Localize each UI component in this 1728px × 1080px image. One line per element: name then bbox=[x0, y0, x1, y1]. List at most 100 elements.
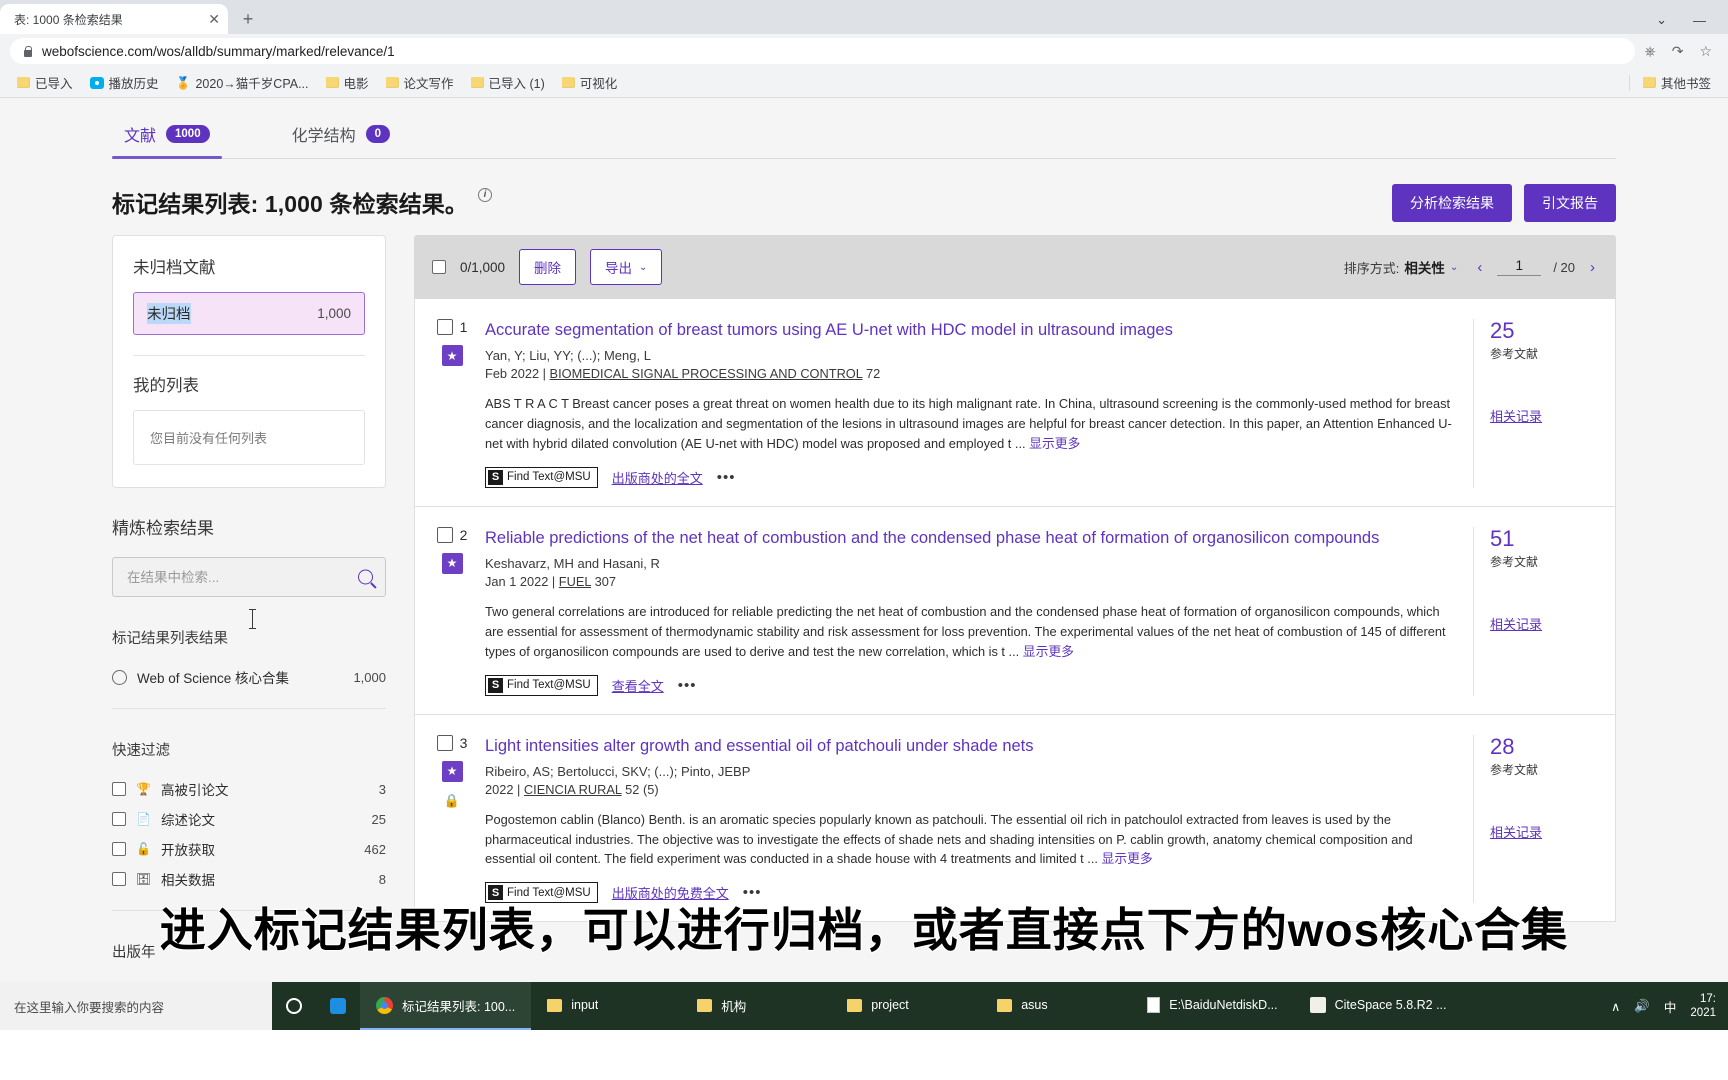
bookmark-item[interactable]: 已导入 (1) bbox=[464, 70, 552, 95]
tab-documents[interactable]: 文献 1000 bbox=[112, 116, 222, 159]
share-icon[interactable]: ↷ bbox=[1672, 43, 1684, 60]
checkbox-icon[interactable] bbox=[112, 812, 126, 826]
sort-dropdown[interactable]: 排序方式: 相关性 ⌄ bbox=[1344, 257, 1459, 277]
taskbar-item-asus[interactable]: asus bbox=[981, 982, 1131, 1030]
bookmark-item[interactable]: 已导入 bbox=[10, 70, 80, 95]
related-records-link[interactable]: 相关记录 bbox=[1490, 822, 1542, 841]
star-icon[interactable]: ★ bbox=[441, 552, 463, 574]
taskbar-item-jigou[interactable]: 机构 bbox=[681, 982, 831, 1030]
refine-search-box[interactable] bbox=[112, 557, 386, 597]
record-actions: S Find Text@MSU 出版商处的全文 ••• bbox=[485, 466, 1459, 488]
delete-button[interactable]: 删除 bbox=[519, 249, 577, 285]
filter-open-access[interactable]: 🔓 开放获取 462 bbox=[112, 834, 386, 864]
sidebar-item-unfiled[interactable]: 未归档 1,000 bbox=[133, 292, 365, 335]
full-text-link[interactable]: 出版商处的全文 bbox=[612, 468, 703, 487]
chevron-down-icon[interactable]: ⌄ bbox=[1656, 12, 1667, 28]
taskbar-item-baidunetdisk[interactable]: E:\BaiduNetdiskD... bbox=[1131, 982, 1293, 1030]
other-bookmarks-button[interactable]: 其他书签 bbox=[1636, 70, 1718, 95]
filter-review-articles[interactable]: 📄 综述论文 25 bbox=[112, 804, 386, 834]
filter-count: 462 bbox=[364, 841, 386, 857]
show-more-link[interactable]: 显示更多 bbox=[1102, 851, 1153, 866]
related-records-link[interactable]: 相关记录 bbox=[1490, 406, 1542, 425]
select-all-checkbox[interactable] bbox=[432, 260, 446, 274]
bookmark-star-icon[interactable]: ☆ bbox=[1699, 43, 1712, 60]
taskbar-item-input[interactable]: input bbox=[531, 982, 681, 1030]
analyze-results-button[interactable]: 分析检索结果 bbox=[1392, 184, 1512, 222]
radio-icon[interactable] bbox=[112, 669, 127, 685]
address-bar[interactable]: webofscience.com/wos/alldb/summary/marke… bbox=[10, 38, 1635, 64]
tab-chemical-structures[interactable]: 化学结构 0 bbox=[280, 116, 402, 158]
full-text-link[interactable]: 出版商处的免费全文 bbox=[612, 883, 729, 902]
record-title[interactable]: Reliable predictions of the net heat of … bbox=[485, 527, 1459, 549]
translate-icon[interactable]: ⎈ bbox=[1645, 43, 1656, 60]
close-icon[interactable]: ✕ bbox=[208, 12, 220, 26]
record-title[interactable]: Light intensities alter growth and essen… bbox=[485, 735, 1459, 757]
record-journal[interactable]: CIENCIA RURAL bbox=[524, 782, 622, 797]
show-more-link[interactable]: 显示更多 bbox=[1023, 644, 1074, 659]
minimize-icon[interactable]: — bbox=[1693, 13, 1706, 28]
bookmark-item[interactable]: 电影 bbox=[319, 70, 376, 95]
citation-report-button[interactable]: 引文报告 bbox=[1524, 184, 1616, 222]
chevron-down-icon: ⌄ bbox=[1449, 261, 1459, 273]
record-checkbox[interactable] bbox=[436, 526, 453, 543]
star-icon[interactable]: ★ bbox=[441, 760, 463, 782]
filter-label: 相关数据 bbox=[161, 873, 215, 888]
find-text-button[interactable]: S Find Text@MSU bbox=[485, 466, 598, 488]
star-icon[interactable]: ★ bbox=[441, 345, 463, 366]
bookmark-item[interactable]: 可视化 bbox=[555, 70, 625, 95]
find-text-button[interactable]: S Find Text@MSU bbox=[485, 882, 598, 904]
related-records-link[interactable]: 相关记录 bbox=[1490, 614, 1542, 633]
record-checkbox[interactable] bbox=[436, 734, 453, 751]
record-authors[interactable]: Ribeiro, AS; Bertolucci, SKV; (...); Pin… bbox=[485, 764, 1459, 779]
new-tab-button[interactable]: + bbox=[234, 5, 262, 33]
more-options-icon[interactable]: ••• bbox=[743, 884, 762, 901]
volume-icon[interactable]: 🔊 bbox=[1634, 999, 1650, 1014]
ime-indicator[interactable]: 中 bbox=[1664, 997, 1677, 1016]
cortana-button[interactable] bbox=[272, 982, 316, 1030]
bookmark-item[interactable]: 论文写作 bbox=[379, 70, 461, 95]
record-metrics: 25 参考文献 相关记录 bbox=[1473, 318, 1593, 488]
checkbox-icon[interactable] bbox=[112, 842, 126, 856]
separator: | bbox=[542, 366, 550, 382]
record-abstract: ABS T R A C T Breast cancer poses a grea… bbox=[485, 394, 1459, 453]
taskbar-item-citespace[interactable]: CiteSpace 5.8.R2 ... bbox=[1294, 982, 1463, 1030]
record-title[interactable]: Accurate segmentation of breast tumors u… bbox=[485, 319, 1459, 341]
system-tray: ∧ 🔊 中 17: 2021 bbox=[1611, 992, 1728, 1021]
record-journal[interactable]: BIOMEDICAL SIGNAL PROCESSING AND CONTROL bbox=[550, 366, 863, 381]
record-authors[interactable]: Keshavarz, MH and Hasani, R bbox=[485, 556, 1459, 571]
tray-chevron-icon[interactable]: ∧ bbox=[1611, 999, 1620, 1014]
bookmark-item[interactable]: 播放历史 bbox=[83, 70, 166, 95]
find-text-button[interactable]: S Find Text@MSU bbox=[485, 674, 598, 696]
page-number-input[interactable] bbox=[1497, 258, 1542, 276]
bookmark-label: 论文写作 bbox=[403, 77, 454, 91]
more-options-icon[interactable]: ••• bbox=[717, 469, 736, 486]
full-text-link[interactable]: 查看全文 bbox=[612, 676, 664, 695]
record-journal[interactable]: FUEL bbox=[559, 574, 591, 589]
taskbar-search-box[interactable]: 在这里输入你要搜索的内容 bbox=[0, 982, 272, 1030]
checkbox-icon[interactable] bbox=[112, 782, 126, 796]
search-icon[interactable] bbox=[358, 569, 373, 585]
bookmark-item[interactable]: 🏅 2020→猫千岁CPA... bbox=[169, 70, 316, 95]
show-more-link[interactable]: 显示更多 bbox=[1029, 436, 1080, 451]
taskbar-item-label: asus bbox=[1021, 998, 1048, 1012]
record-abstract: Pogostemon cablin (Blanco) Benth. is an … bbox=[485, 810, 1459, 869]
checkbox-icon[interactable] bbox=[112, 872, 126, 886]
export-button[interactable]: 导出 ⌄ bbox=[590, 249, 663, 285]
taskview-button[interactable] bbox=[316, 982, 360, 1030]
clock[interactable]: 17: 2021 bbox=[1690, 992, 1716, 1021]
search-input[interactable] bbox=[127, 569, 345, 585]
lock-icon bbox=[22, 46, 33, 57]
taskbar-item-chrome[interactable]: 标记结果列表: 100... bbox=[360, 982, 532, 1030]
info-icon[interactable]: i bbox=[478, 188, 492, 202]
record-authors[interactable]: Yan, Y; Liu, YY; (...); Meng, L bbox=[485, 348, 1459, 363]
sidebar-item-wos-core[interactable]: Web of Science 核心合集 1,000 bbox=[112, 662, 386, 692]
prev-page-button[interactable]: ‹ bbox=[1474, 259, 1485, 276]
next-page-button[interactable]: › bbox=[1587, 259, 1598, 276]
record-checkbox[interactable] bbox=[436, 319, 453, 335]
taskbar-item-project[interactable]: project bbox=[831, 982, 981, 1030]
filter-associated-data[interactable]: 🗄 相关数据 8 bbox=[112, 864, 386, 894]
record-actions: S Find Text@MSU 出版商处的免费全文 ••• bbox=[485, 882, 1459, 904]
more-options-icon[interactable]: ••• bbox=[678, 677, 697, 694]
browser-tab[interactable]: 表: 1000 条检索结果 ✕ bbox=[0, 4, 228, 34]
filter-highly-cited[interactable]: 🏆 高被引论文 3 bbox=[112, 774, 386, 804]
